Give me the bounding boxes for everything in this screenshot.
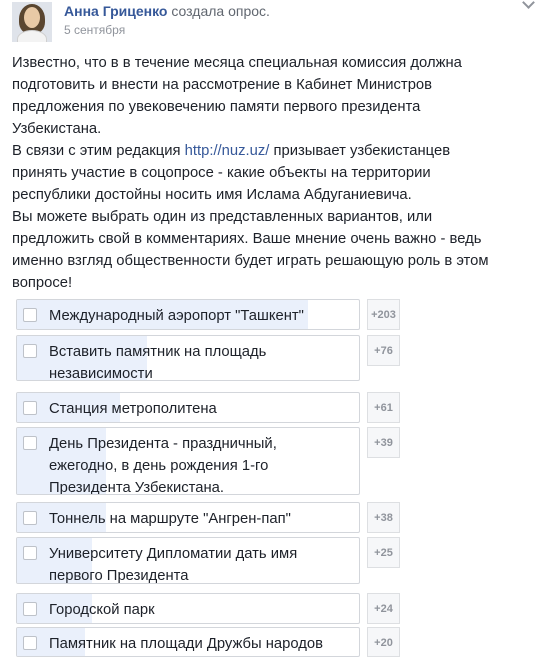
poll-option-box[interactable]: Станция метрополитена <box>16 392 360 423</box>
poll-option-count[interactable]: +203 <box>367 299 400 330</box>
poll-option-count[interactable]: +76 <box>367 335 400 366</box>
poll-option-count[interactable]: +20 <box>367 627 400 657</box>
avatar-face <box>24 7 40 28</box>
poll-option-count[interactable]: +38 <box>367 502 400 533</box>
author-name[interactable]: Анна Гриценко <box>64 3 167 19</box>
post-header: Анна Гриценко создала опрос. 5 сентября <box>12 0 538 46</box>
post-link[interactable]: http://nuz.uz/ <box>185 143 270 159</box>
poll-option-box[interactable]: День Президента - праздничный, ежегодно,… <box>16 427 360 495</box>
poll-option-label: День Президента - праздничный, ежегодно,… <box>49 436 277 495</box>
avatar[interactable] <box>12 2 52 42</box>
post-date[interactable]: 5 сентября <box>64 23 125 37</box>
post-text: Известно, что в в течение месяца специал… <box>12 52 502 294</box>
post-action: создала опрос. <box>171 3 270 19</box>
poll-option-box[interactable]: Вставить памятник на площадь независимос… <box>16 335 360 381</box>
poll-option-box[interactable]: Университету Дипломатии дать имя первого… <box>16 537 360 584</box>
poll-option-box[interactable]: Международный аэропорт "Ташкент" <box>16 299 360 330</box>
poll-option-label: Тоннель на маршруте "Ангрен-пап" <box>49 511 291 527</box>
poll-option-label: Международный аэропорт "Ташкент" <box>49 308 304 324</box>
poll-option-label: Университету Дипломатии дать имя первого… <box>49 546 298 584</box>
post-paragraph-3: Вы можете выбрать один из представленных… <box>12 209 489 291</box>
poll-option-count[interactable]: +24 <box>367 593 400 624</box>
poll-option-box[interactable]: Памятник на площади Дружбы народов <box>16 627 360 657</box>
post-menu-button[interactable] <box>518 0 538 12</box>
post-paragraph-2: В связи с этим редакция http://nuz.uz/ п… <box>12 140 502 206</box>
chevron-down-icon <box>521 0 535 9</box>
poll-option-box[interactable]: Тоннель на маршруте "Ангрен-пап" <box>16 502 360 533</box>
poll-option-label: Памятник на площади Дружбы народов <box>49 636 324 652</box>
poll-option-label: Станция метрополитена <box>49 401 217 417</box>
post-paragraph-1: Известно, что в в течение месяца специал… <box>12 55 462 137</box>
avatar-body <box>17 30 47 42</box>
poll-option-count[interactable]: +61 <box>367 392 400 423</box>
poll-option-box[interactable]: Городской парк <box>16 593 360 624</box>
author-line: Анна Гриценко создала опрос. <box>64 3 270 19</box>
poll-option-count[interactable]: +39 <box>367 427 400 458</box>
poll-option-count[interactable]: +25 <box>367 537 400 568</box>
poll-option-label: Вставить памятник на площадь независимос… <box>49 344 267 381</box>
post-text-fragment: В связи с этим редакция <box>12 143 185 159</box>
poll-option-label: Городской парк <box>49 602 155 618</box>
